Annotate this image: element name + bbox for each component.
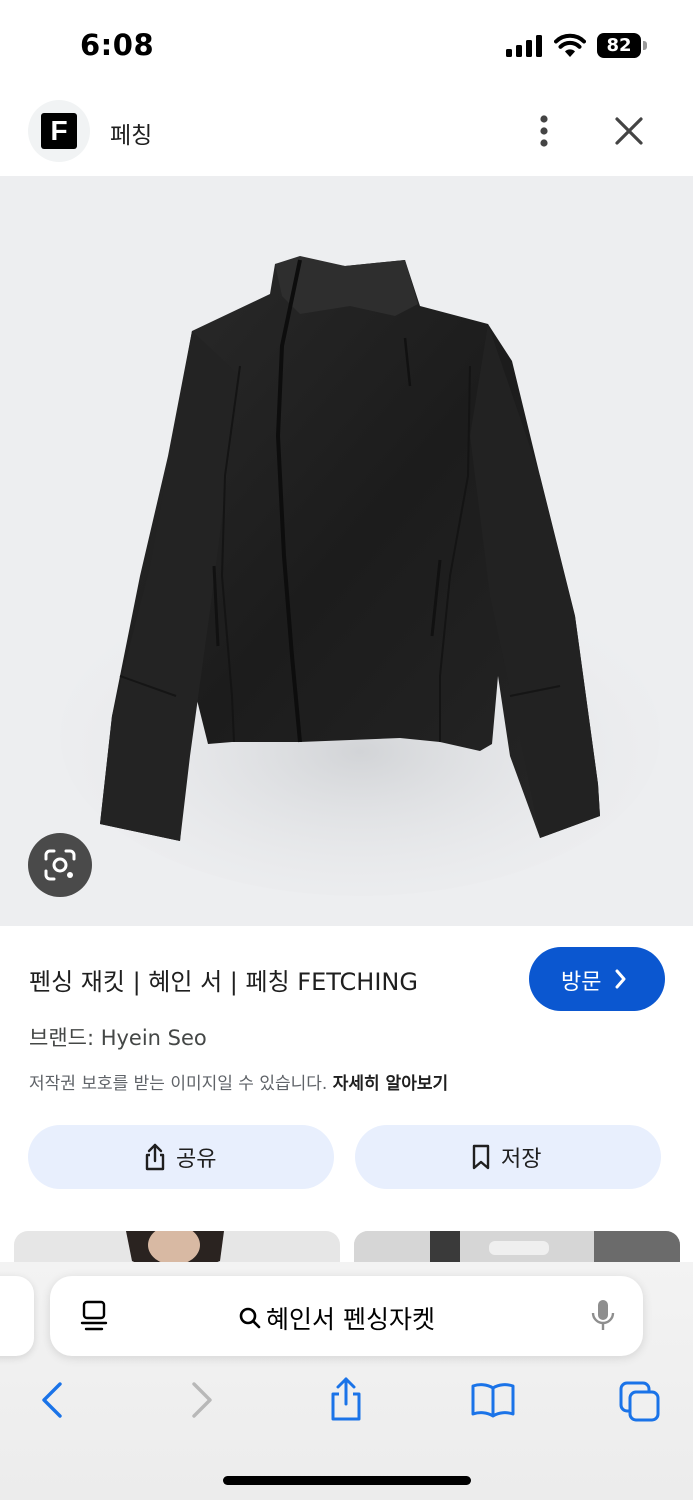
result-info: 펜싱 재킷 | 혜인 서 | 페칭 FETCHING 방문 브랜드: Hyein… bbox=[0, 926, 693, 1266]
address-bar[interactable]: 혜인서 펜싱자켓 bbox=[50, 1276, 643, 1356]
search-icon bbox=[239, 1307, 261, 1329]
share-icon bbox=[145, 1143, 165, 1171]
status-time: 6:08 bbox=[80, 28, 155, 62]
browser-toolbar: 혜인서 펜싱자켓 bbox=[0, 1262, 693, 1500]
close-icon[interactable] bbox=[612, 114, 646, 148]
result-title[interactable]: 펜싱 재킷 | 혜인 서 | 페칭 FETCHING bbox=[29, 962, 418, 997]
lens-icon bbox=[44, 849, 76, 881]
site-favicon[interactable]: F bbox=[28, 100, 90, 162]
jacket-image bbox=[60, 256, 660, 896]
home-indicator bbox=[223, 1476, 471, 1485]
bookmarks-icon[interactable] bbox=[470, 1382, 516, 1418]
back-icon[interactable] bbox=[38, 1380, 66, 1420]
site-name[interactable]: 페칭 bbox=[110, 116, 152, 150]
battery-level: 82 bbox=[606, 35, 632, 56]
save-button[interactable]: 저장 bbox=[355, 1125, 661, 1189]
brand-line: 브랜드: Hyein Seo bbox=[29, 1026, 207, 1050]
status-bar: 6:08 82 bbox=[0, 0, 693, 92]
more-vert-icon[interactable] bbox=[530, 112, 558, 150]
result-header: F 페칭 bbox=[0, 92, 693, 176]
share-label: 공유 bbox=[176, 1147, 217, 1172]
lens-button[interactable] bbox=[28, 833, 92, 897]
chevron-right-icon bbox=[615, 969, 626, 989]
site-logo: F bbox=[41, 113, 77, 149]
address-text[interactable]: 혜인서 펜싱자켓 bbox=[238, 1300, 435, 1336]
search-query: 혜인서 펜싱자켓 bbox=[266, 1305, 435, 1334]
battery-icon: 82 bbox=[597, 33, 647, 58]
copyright-notice: 저작권 보호를 받는 이미지일 수 있습니다. 자세히 알아보기 bbox=[29, 1069, 448, 1094]
share-icon[interactable] bbox=[328, 1376, 364, 1422]
signal-icon bbox=[506, 35, 542, 57]
learn-more-link[interactable]: 자세히 알아보기 bbox=[333, 1074, 448, 1094]
tabs-icon[interactable] bbox=[618, 1380, 662, 1422]
copyright-text: 저작권 보호를 받는 이미지일 수 있습니다. bbox=[29, 1074, 328, 1094]
bookmark-icon bbox=[472, 1144, 490, 1170]
reader-icon[interactable] bbox=[80, 1300, 108, 1332]
mic-icon[interactable] bbox=[590, 1298, 616, 1334]
wifi-icon bbox=[554, 33, 586, 57]
previous-tab-peek[interactable] bbox=[0, 1276, 34, 1356]
visit-button[interactable]: 방문 bbox=[529, 947, 665, 1011]
product-image[interactable] bbox=[0, 176, 693, 926]
save-label: 저장 bbox=[501, 1147, 542, 1172]
forward-icon[interactable] bbox=[188, 1380, 216, 1420]
visit-label: 방문 bbox=[561, 970, 602, 995]
share-button[interactable]: 공유 bbox=[28, 1125, 334, 1189]
